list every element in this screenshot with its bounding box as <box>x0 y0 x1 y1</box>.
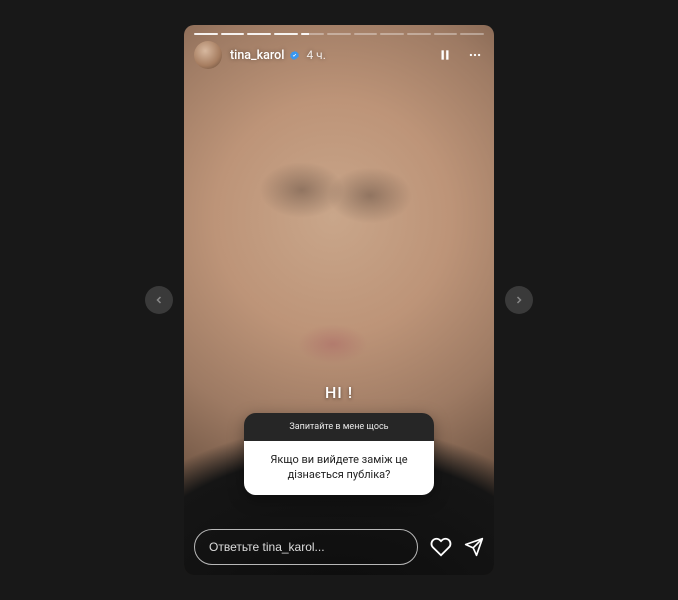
story-frame: tina_karol 4 ч. НІ ! Запитайте в мене що… <box>184 25 494 575</box>
story-footer <box>194 529 484 565</box>
more-options-icon[interactable] <box>466 48 484 62</box>
progress-segment <box>407 33 431 35</box>
qa-sticker[interactable]: Запитайте в мене щось Якщо ви вийдете за… <box>244 413 434 495</box>
progress-segment <box>434 33 458 35</box>
story-time: 4 ч. <box>306 48 325 62</box>
qa-prompt: Запитайте в мене щось <box>244 413 434 441</box>
pause-icon[interactable] <box>438 48 452 62</box>
progress-segment <box>221 33 245 35</box>
story-answer-text: НІ ! <box>184 383 494 402</box>
like-button[interactable] <box>430 536 452 558</box>
next-story-button[interactable] <box>505 286 533 314</box>
progress-segment <box>301 33 325 35</box>
username[interactable]: tina_karol <box>230 48 284 63</box>
story-progress-bar[interactable] <box>194 33 484 35</box>
reply-input[interactable] <box>194 529 418 565</box>
verified-badge-icon <box>289 50 300 61</box>
qa-question: Якщо ви вийдете заміж це дізнається публ… <box>244 441 434 495</box>
story-header: tina_karol 4 ч. <box>194 41 484 69</box>
share-button[interactable] <box>464 537 484 557</box>
progress-segment <box>274 33 298 35</box>
progress-segment <box>460 33 484 35</box>
avatar[interactable] <box>194 41 222 69</box>
progress-segment <box>247 33 271 35</box>
progress-segment <box>380 33 404 35</box>
prev-story-button[interactable] <box>145 286 173 314</box>
progress-segment <box>194 33 218 35</box>
progress-segment <box>327 33 351 35</box>
progress-segment <box>354 33 378 35</box>
